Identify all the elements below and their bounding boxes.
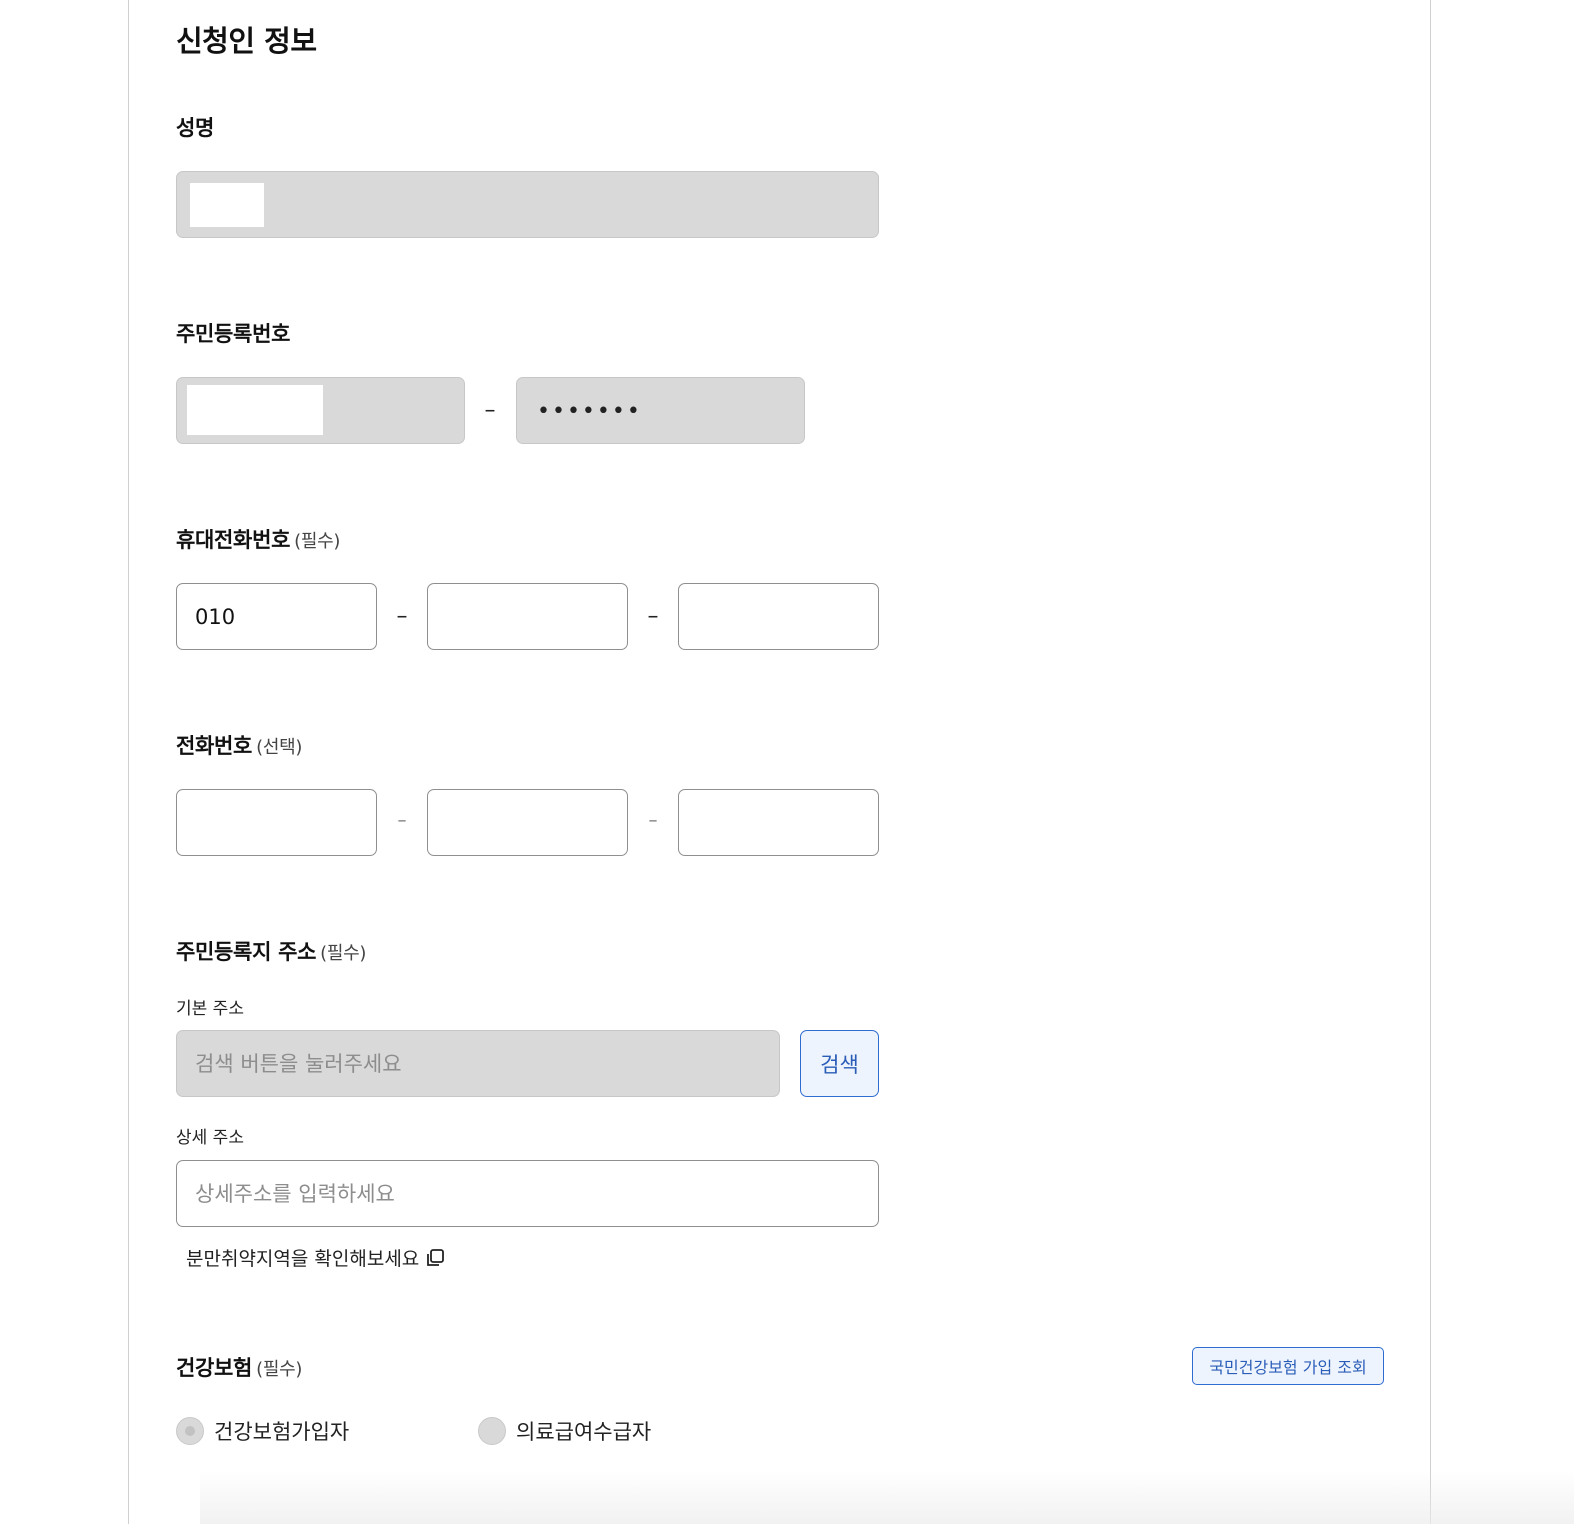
detail-address-input[interactable] [176, 1160, 879, 1227]
phone-part3-input[interactable] [678, 789, 879, 856]
basic-address-label: 기본 주소 [176, 999, 244, 1019]
external-copy-icon [427, 1248, 445, 1266]
insurance-label: 건강보험 (필수) [176, 1356, 303, 1380]
section-title: 신청인 정보 [176, 24, 317, 58]
basic-address-input[interactable] [176, 1030, 780, 1097]
phone-label: 전화번호 (선택) [176, 734, 303, 758]
address-search-button[interactable]: 검색 [800, 1030, 879, 1097]
rrn-front-redaction [187, 385, 323, 435]
name-label: 성명 [176, 116, 215, 140]
nhis-lookup-button[interactable]: 국민건강보험 가입 조회 [1192, 1347, 1384, 1385]
rrn-back-masked: ••••••• [537, 399, 642, 424]
vulnerable-area-link[interactable]: 분만취약지역을 확인해보세요 [186, 1244, 447, 1271]
radio-option-insured[interactable]: 건강보험가입자 [176, 1416, 349, 1446]
mobile-part3-input[interactable] [678, 583, 879, 650]
radio-insured-indicator[interactable] [176, 1417, 204, 1445]
detail-address-label: 상세 주소 [176, 1128, 244, 1148]
rrn-back-field[interactable]: ••••••• [516, 377, 805, 444]
name-field[interactable] [176, 171, 879, 238]
address-label: 주민등록지 주소 (필수) [176, 940, 367, 964]
phone-part2-input[interactable] [427, 789, 628, 856]
name-redaction [190, 183, 264, 227]
mobile-separator-2: – [647, 604, 659, 629]
mobile-separator-1: – [396, 604, 408, 629]
phone-separator-1: – [397, 810, 407, 831]
radio-option-medical-aid[interactable]: 의료급여수급자 [478, 1416, 651, 1446]
radio-medical-aid-indicator[interactable] [478, 1417, 506, 1445]
rrn-separator: – [484, 398, 496, 423]
mobile-label: 휴대전화번호 (필수) [176, 528, 341, 552]
mobile-part2-input[interactable] [427, 583, 628, 650]
phone-part1-input[interactable] [176, 789, 377, 856]
mobile-part1-input[interactable] [176, 583, 377, 650]
phone-separator-2: – [648, 810, 658, 831]
rrn-label: 주민등록번호 [176, 322, 291, 346]
